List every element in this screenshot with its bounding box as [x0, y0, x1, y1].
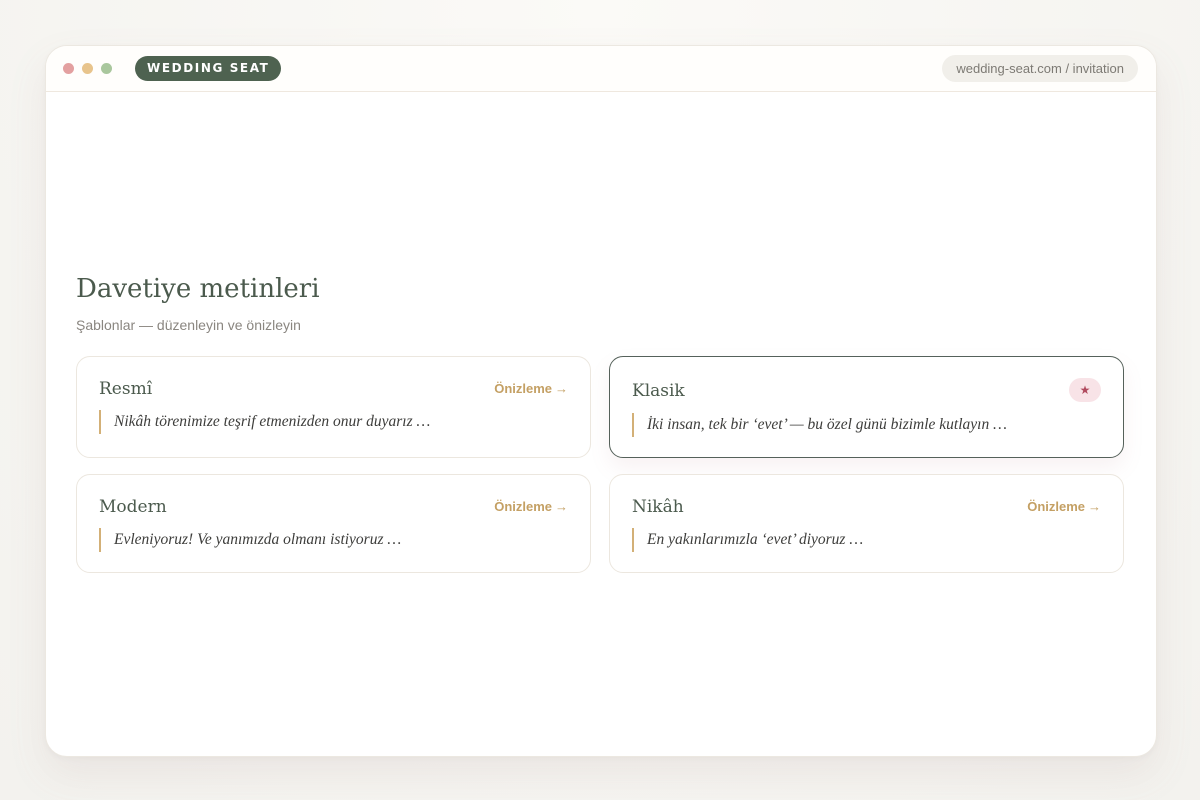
star-icon: ★: [1069, 378, 1101, 402]
template-name: Resmî: [99, 379, 153, 399]
screen: WEDDING SEAT wedding-seat.com / invitati…: [0, 0, 1200, 800]
template-card-resmi[interactable]: Resmî Önizleme → Nikâh törenimize teşrif …: [76, 356, 591, 458]
arrow-right-icon: →: [1088, 499, 1101, 514]
close-window-dot[interactable]: [63, 63, 74, 74]
template-text: Evleniyoruz! Ve yanımızda olmanı istiyor…: [99, 528, 568, 552]
preview-label: Önizleme: [494, 381, 552, 396]
page-subtitle: Şablonlar — düzenleyin ve önizleyin: [76, 317, 301, 333]
template-name: Nikâh: [632, 497, 684, 517]
preview-label: Önizleme: [1027, 499, 1085, 514]
template-name: Klasik: [632, 381, 685, 401]
arrow-right-icon: →: [555, 381, 568, 396]
maximize-window-dot[interactable]: [101, 63, 112, 74]
address-bar[interactable]: wedding-seat.com / invitation: [942, 55, 1138, 82]
template-card-nikah[interactable]: Nikâh Önizleme → En yakınlarımızla ‘evet’…: [609, 474, 1124, 573]
template-text: Nikâh törenimize teşrif etmenizden onur …: [99, 410, 568, 434]
minimize-window-dot[interactable]: [82, 63, 93, 74]
template-text: En yakınlarımızla ‘evet’ diyoruz …: [632, 528, 1101, 552]
template-card-klasik[interactable]: Klasik ★ İki insan, tek bir ‘evet’ — bu …: [609, 356, 1124, 458]
arrow-right-icon: →: [555, 499, 568, 514]
template-name: Modern: [99, 497, 167, 517]
preview-label: Önizleme: [494, 499, 552, 514]
preview-link[interactable]: Önizleme →: [494, 381, 568, 396]
brand-badge: WEDDING SEAT: [135, 56, 282, 81]
template-card-modern[interactable]: Modern Önizleme → Evleniyoruz! Ve yanımız…: [76, 474, 591, 573]
template-text: İki insan, tek bir ‘evet’ — bu özel günü…: [632, 413, 1101, 437]
page-title: Davetiye metinleri: [76, 274, 320, 304]
window-titlebar: WEDDING SEAT wedding-seat.com / invitati…: [46, 46, 1156, 92]
app-window: WEDDING SEAT wedding-seat.com / invitati…: [45, 45, 1157, 757]
preview-link[interactable]: Önizleme →: [494, 499, 568, 514]
preview-link[interactable]: Önizleme →: [1027, 499, 1101, 514]
